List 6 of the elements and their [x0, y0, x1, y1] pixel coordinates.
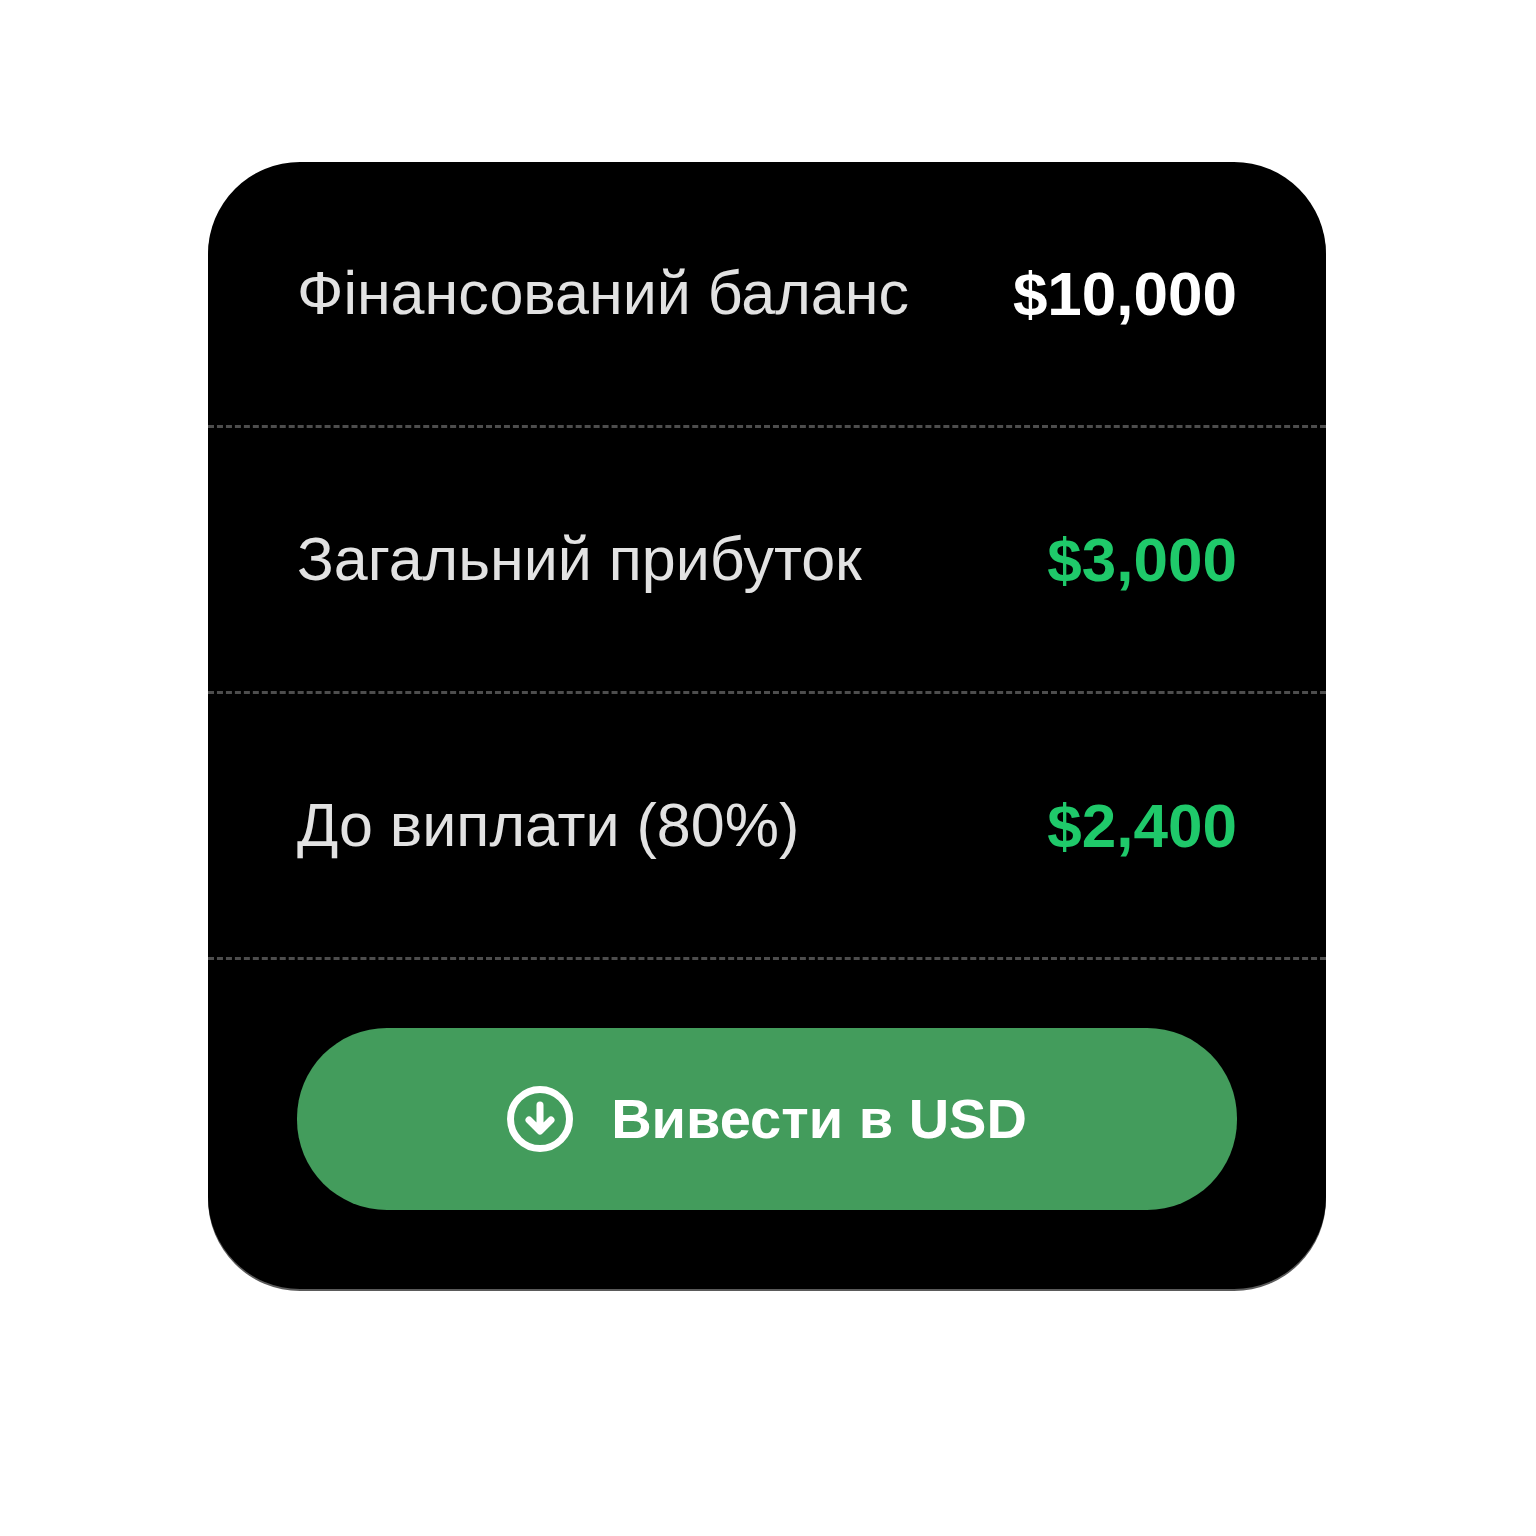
withdraw-button[interactable]: Вивести в USD: [297, 1027, 1237, 1210]
amount-value: $3,000: [1047, 528, 1237, 591]
download-circle-icon: [507, 1085, 574, 1152]
amount-value: $10,000: [1012, 262, 1237, 325]
amount-value: $2,400: [1047, 794, 1237, 857]
row-label: Фінансований баланс: [297, 263, 909, 324]
